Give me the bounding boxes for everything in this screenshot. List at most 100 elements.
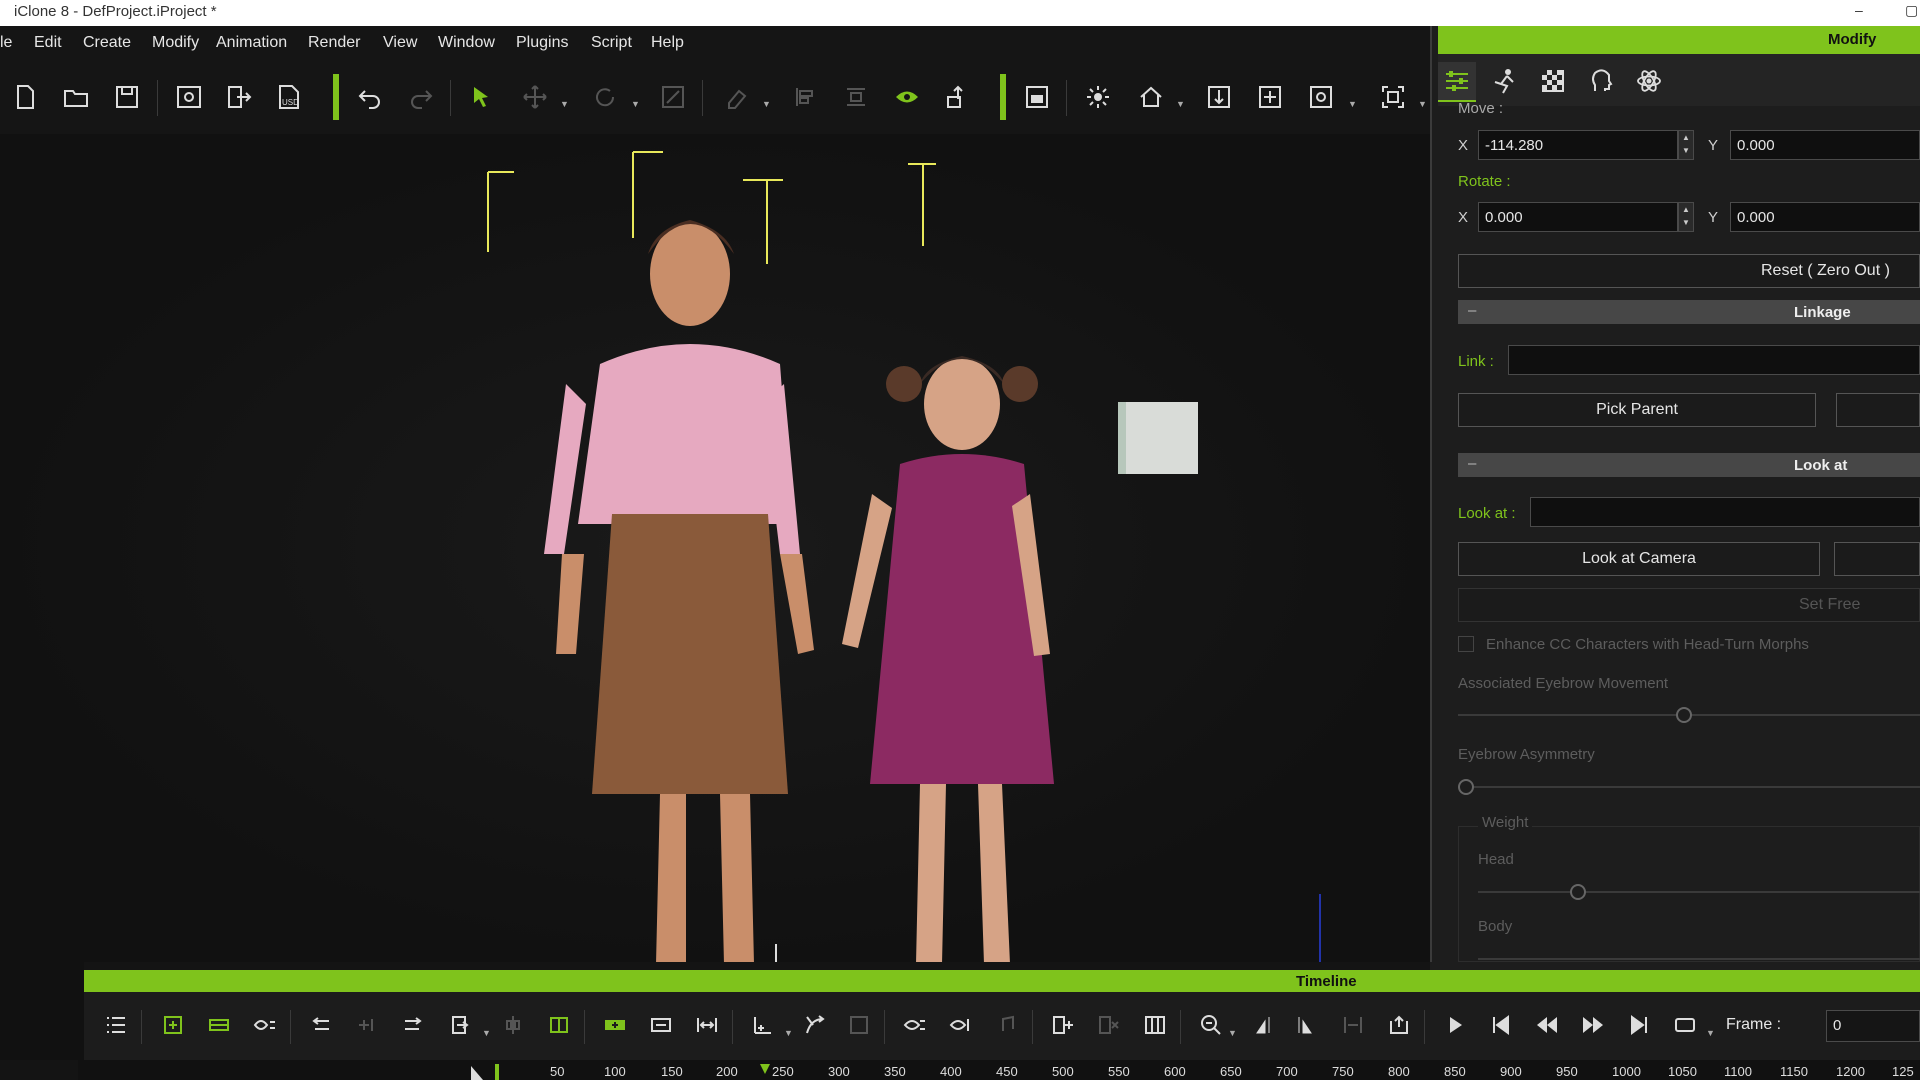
stretch-clip-icon[interactable] (646, 1010, 676, 1040)
rotate-icon[interactable] (588, 80, 622, 114)
collect-clip-icon[interactable] (204, 1010, 234, 1040)
physics-icon[interactable] (1630, 62, 1668, 100)
zoom-out-icon[interactable] (1196, 1010, 1226, 1040)
place-icon[interactable] (941, 80, 975, 114)
add-key-icon[interactable] (158, 1010, 188, 1040)
eyebrow-asymmetry-slider[interactable] (1458, 779, 1474, 795)
rotate-x-spinner[interactable]: ▲ ▼ (1678, 202, 1694, 232)
range-icon[interactable] (1140, 1010, 1170, 1040)
material-icon[interactable] (1534, 62, 1572, 100)
link-field[interactable] (1508, 345, 1920, 375)
export-range-icon[interactable] (1384, 1010, 1414, 1040)
frame-icon[interactable] (1376, 80, 1410, 114)
save-icon[interactable] (110, 80, 144, 114)
scale-icon[interactable] (656, 80, 690, 114)
add-clip-icon[interactable] (600, 1010, 630, 1040)
reset-zero-out-button[interactable]: Reset ( Zero Out ) (1458, 254, 1920, 288)
menu-edit[interactable]: Edit (34, 34, 62, 52)
ruler-tick: 125 (1892, 1064, 1914, 1079)
eyebrow-movement-slider[interactable] (1676, 707, 1692, 723)
remove-frames-icon[interactable] (1094, 1010, 1124, 1040)
sliders-icon[interactable] (1438, 62, 1476, 102)
play-icon[interactable] (1440, 1010, 1470, 1040)
select-arrow-icon[interactable] (465, 80, 499, 114)
prev-key-icon[interactable] (306, 1010, 336, 1040)
head-icon[interactable] (1582, 62, 1620, 100)
menu-file[interactable]: le (0, 34, 12, 52)
next-key-icon[interactable] (398, 1010, 428, 1040)
home-icon[interactable] (1134, 80, 1168, 114)
menu-window[interactable]: Window (438, 34, 495, 52)
new-file-icon[interactable] (8, 80, 42, 114)
frame-field[interactable]: 0 (1826, 1010, 1920, 1042)
curve-edit-icon[interactable] (748, 1010, 778, 1040)
move-x-spinner[interactable]: ▲ ▼ (1678, 130, 1694, 160)
maximize-button[interactable]: ▢ (1905, 2, 1918, 19)
preview-icon[interactable] (172, 80, 206, 114)
split-clip-icon[interactable] (544, 1010, 574, 1040)
light-icon[interactable] (1081, 80, 1115, 114)
set-free-button[interactable]: Set Free (1458, 588, 1920, 622)
distribute-icon[interactable] (839, 80, 873, 114)
rotate-x-field[interactable]: 0.000 (1478, 202, 1678, 232)
open-folder-icon[interactable] (59, 80, 93, 114)
record-motion-icon[interactable] (900, 1010, 930, 1040)
enhance-cc-checkbox[interactable] (1458, 636, 1474, 652)
menu-view[interactable]: View (383, 34, 417, 52)
linkage-section-header[interactable]: – Linkage (1458, 300, 1920, 324)
look-at-field[interactable] (1530, 497, 1920, 527)
undo-icon[interactable] (353, 80, 387, 114)
transition-icon[interactable] (444, 1010, 474, 1040)
path-icon[interactable] (800, 1010, 830, 1040)
usd-export-icon[interactable]: USD (273, 80, 307, 114)
fit-range-icon[interactable] (692, 1010, 722, 1040)
center-icon[interactable] (1253, 80, 1287, 114)
body-weight-label: Body (1478, 918, 1513, 935)
menu-animation[interactable]: Animation (216, 34, 287, 52)
menu-script[interactable]: Script (591, 34, 632, 52)
set-end-icon[interactable] (1292, 1010, 1322, 1040)
3d-viewport[interactable] (0, 134, 1430, 962)
insert-key-icon[interactable] (352, 1010, 382, 1040)
move-icon[interactable] (518, 80, 552, 114)
track-list-icon[interactable] (101, 1010, 131, 1040)
look-at-section-header[interactable]: – Look at (1458, 453, 1920, 477)
layout-icon[interactable] (1020, 80, 1054, 114)
linkage-secondary-button[interactable] (1836, 393, 1920, 427)
motion-icon[interactable] (1486, 62, 1524, 100)
drop-to-floor-icon[interactable] (1202, 80, 1236, 114)
rotate-y-field[interactable]: 0.000 (1730, 202, 1920, 232)
previous-frame-icon[interactable] (1532, 1010, 1562, 1040)
first-frame-icon[interactable] (1486, 1010, 1516, 1040)
move-y-field[interactable]: 0.000 (1730, 130, 1920, 160)
move-x-field[interactable]: -114.280 (1478, 130, 1678, 160)
look-at-secondary-button[interactable] (1834, 542, 1920, 576)
eraser-icon[interactable] (720, 80, 754, 114)
look-at-camera-button[interactable]: Look at Camera (1458, 542, 1820, 576)
fit-timeline-icon[interactable] (1338, 1010, 1368, 1040)
menu-help[interactable]: Help (651, 34, 684, 52)
audio-icon[interactable] (992, 1010, 1022, 1040)
motion-clip-icon[interactable] (844, 1010, 874, 1040)
align-clip-icon[interactable] (498, 1010, 528, 1040)
pick-parent-button[interactable]: Pick Parent (1458, 393, 1816, 427)
menu-plugins[interactable]: Plugins (516, 34, 568, 52)
puppet-icon[interactable] (946, 1010, 976, 1040)
timeline-ruler[interactable]: 50 100 150 200 250 300 350 400 450 500 5… (78, 1060, 1920, 1080)
visibility-eye-icon[interactable] (890, 80, 924, 114)
loop-icon[interactable] (1670, 1010, 1700, 1040)
align-icon[interactable] (788, 80, 822, 114)
minimize-button[interactable]: – (1855, 2, 1863, 18)
motion-layer-icon[interactable] (250, 1010, 280, 1040)
last-frame-icon[interactable] (1624, 1010, 1654, 1040)
camera-link-icon[interactable] (1304, 80, 1338, 114)
export-icon[interactable] (222, 80, 256, 114)
insert-frames-icon[interactable] (1048, 1010, 1078, 1040)
menu-render[interactable]: Render (308, 34, 360, 52)
menu-modify[interactable]: Modify (152, 34, 199, 52)
menu-create[interactable]: Create (83, 34, 131, 52)
set-start-icon[interactable] (1246, 1010, 1276, 1040)
next-frame-icon[interactable] (1578, 1010, 1608, 1040)
head-weight-slider[interactable] (1570, 884, 1586, 900)
redo-icon[interactable] (404, 80, 438, 114)
